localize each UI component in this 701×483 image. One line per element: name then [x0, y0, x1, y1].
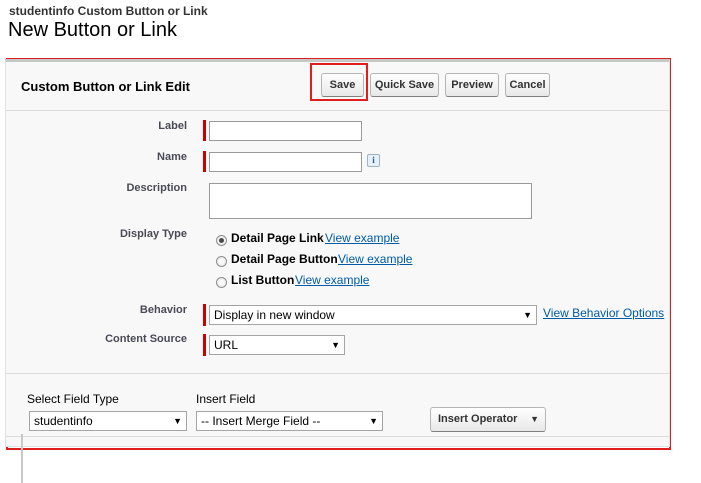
- label-required-bar: [203, 120, 206, 141]
- behavior-select-value: Display in new window: [214, 308, 335, 322]
- view-example-link-2[interactable]: View example: [338, 252, 412, 266]
- page-title: New Button or Link: [8, 19, 177, 41]
- content-source-label: Content Source: [105, 333, 187, 345]
- chevron-down-icon: ▼: [173, 416, 182, 426]
- insert-field-select[interactable]: -- Insert Merge Field -- ▼: [196, 411, 383, 431]
- insert-field-value: -- Insert Merge Field --: [201, 414, 321, 428]
- breadcrumb: studentinfo Custom Button or Link: [9, 4, 208, 18]
- preview-button[interactable]: Preview: [445, 73, 499, 97]
- chevron-down-icon: ▼: [530, 414, 539, 424]
- panel-title: Custom Button or Link Edit: [21, 79, 190, 94]
- chevron-down-icon: ▼: [523, 310, 532, 320]
- select-field-type-value: studentinfo: [34, 414, 93, 428]
- section-divider-bottom: [6, 436, 669, 437]
- option-list-button-label: List Button: [231, 273, 295, 287]
- view-example-link-1[interactable]: View example: [325, 231, 399, 245]
- label-field-label: Label: [158, 120, 187, 132]
- quick-save-button[interactable]: Quick Save: [370, 73, 439, 97]
- description-textarea[interactable]: [209, 183, 532, 219]
- behavior-select[interactable]: Display in new window ▼: [209, 305, 537, 325]
- insert-operator-label: Insert Operator: [438, 413, 518, 425]
- content-source-required-bar: [203, 334, 206, 356]
- insert-field-label: Insert Field: [196, 392, 256, 406]
- name-input[interactable]: [209, 152, 362, 172]
- label-input[interactable]: [209, 121, 362, 141]
- content-source-select-value: URL: [214, 338, 239, 352]
- radio-list-button[interactable]: [216, 277, 227, 288]
- name-required-bar: [203, 151, 206, 172]
- cancel-button[interactable]: Cancel: [505, 73, 550, 97]
- chevron-down-icon: ▼: [331, 340, 340, 350]
- radio-detail-page-button[interactable]: [216, 256, 227, 267]
- left-edge-marker: [21, 434, 23, 483]
- select-field-type-select[interactable]: studentinfo ▼: [29, 411, 187, 431]
- save-button-highlight: [310, 63, 368, 101]
- radio-detail-page-link[interactable]: [216, 235, 227, 246]
- view-behavior-options-link[interactable]: View Behavior Options: [543, 306, 664, 320]
- behavior-label: Behavior: [139, 304, 187, 316]
- option-detail-page-button-label: Detail Page Button: [231, 252, 338, 266]
- option-detail-page-link-label: Detail Page Link: [231, 231, 324, 245]
- chevron-down-icon: ▼: [369, 416, 378, 426]
- behavior-required-bar: [203, 304, 206, 326]
- display-type-label: Display Type: [119, 228, 187, 240]
- section-divider: [6, 373, 669, 374]
- edit-panel: Custom Button or Link Edit Save Quick Sa…: [5, 59, 670, 447]
- name-field-label: Name: [157, 151, 187, 163]
- view-example-link-3[interactable]: View example: [295, 273, 369, 287]
- insert-operator-button[interactable]: Insert Operator ▼: [430, 407, 546, 432]
- description-field-label: Description: [126, 182, 187, 194]
- info-icon[interactable]: i: [367, 154, 380, 167]
- content-source-select[interactable]: URL ▼: [209, 335, 345, 355]
- select-field-type-label: Select Field Type: [27, 392, 119, 406]
